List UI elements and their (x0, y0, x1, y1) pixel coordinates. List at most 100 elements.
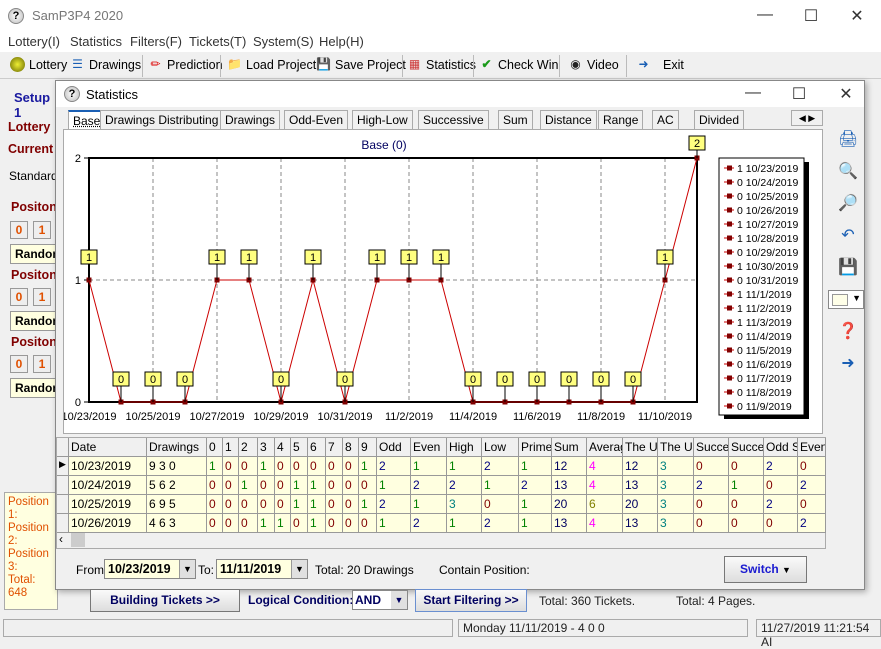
column-header[interactable]: The U (623, 438, 658, 457)
horizontal-scrollbar[interactable]: ‹ (57, 532, 825, 548)
dialog-close-button[interactable]: ✕ (831, 84, 861, 104)
tab-successive[interactable]: Successive (418, 110, 489, 129)
menu-filters[interactable]: Filters(F) (130, 34, 182, 49)
pos1-random-button[interactable]: Random (10, 244, 60, 264)
column-header[interactable]: 8 (343, 438, 359, 457)
tab-high-low[interactable]: High-Low (352, 110, 413, 129)
column-header[interactable]: Drawings (147, 438, 207, 457)
tab-scroll-buttons[interactable]: ◀ ▶ (791, 110, 823, 126)
pos3-digit-0-button[interactable]: 0 (10, 355, 28, 373)
load-project-button[interactable]: 📁 Load Project (227, 57, 316, 72)
column-header[interactable]: High (447, 438, 482, 457)
column-header[interactable]: Even (798, 438, 826, 457)
column-header[interactable]: 9 (359, 438, 377, 457)
column-header[interactable]: Averag (587, 438, 623, 457)
logical-condition-select[interactable]: AND ▼ (352, 590, 408, 610)
row-indicator[interactable] (57, 438, 69, 457)
column-header[interactable]: 4 (275, 438, 291, 457)
standard-tab[interactable]: Standard (9, 169, 58, 183)
column-header[interactable]: 5 (291, 438, 308, 457)
to-date-select[interactable]: 11/11/2019 ▼ (216, 559, 308, 579)
status-panel-empty (3, 619, 453, 637)
exit-button[interactable]: ➜ Exit (636, 57, 683, 72)
tab-divided[interactable]: Divided (694, 110, 745, 129)
switch-button[interactable]: Switch ▼ (724, 556, 807, 583)
dialog-minimize-button[interactable]: — (738, 84, 768, 102)
table-cell: 0 (239, 514, 258, 533)
tab-ac[interactable]: AC (652, 110, 679, 129)
tab-range[interactable]: Range (598, 110, 644, 129)
row-indicator[interactable] (57, 476, 69, 495)
exit-icon[interactable]: ➜ (838, 353, 858, 373)
save-project-button[interactable]: 💾 Save Project (316, 57, 406, 72)
dialog-maximize-button[interactable]: ☐ (784, 84, 814, 104)
column-header[interactable]: 1 (223, 438, 239, 457)
pos1-digit-0-button[interactable]: 0 (10, 221, 28, 239)
lottery-button[interactable]: Lottery (10, 57, 67, 72)
help-icon[interactable]: ❓ (838, 321, 858, 341)
pos1-digit-1-button[interactable]: 1 (33, 221, 51, 239)
contain-position-label: Contain Position: (439, 563, 530, 577)
menu-system[interactable]: System(S) (253, 34, 314, 49)
column-header[interactable]: 0 (207, 438, 223, 457)
save-icon[interactable]: 💾 (838, 257, 858, 277)
setup-tab[interactable]: Setup 1 (14, 90, 58, 120)
zoom-out-icon[interactable]: 🔎 (838, 193, 858, 213)
column-header[interactable]: Odd (377, 438, 411, 457)
column-header[interactable]: Succe (694, 438, 729, 457)
row-indicator[interactable] (57, 495, 69, 514)
table-cell: 0 (258, 476, 275, 495)
toolbar: Lottery ☰ Drawings ✏ Prediction 📁 Load Proj… (0, 53, 881, 79)
menu-tickets[interactable]: Tickets(T) (189, 34, 246, 49)
minimize-button[interactable]: — (750, 6, 780, 24)
column-header[interactable]: The U (658, 438, 694, 457)
column-header[interactable]: 6 (308, 438, 326, 457)
menu-lottery[interactable]: Lottery(I) (8, 34, 60, 49)
pos2-digit-0-button[interactable]: 0 (10, 288, 28, 306)
table-cell: 0 (729, 514, 764, 533)
column-header[interactable]: Odd S (764, 438, 798, 457)
legend-entry: 1 10/27/2019 (737, 219, 798, 231)
column-header[interactable]: Prime (519, 438, 552, 457)
color-picker[interactable]: ▼ (828, 290, 864, 309)
check-win-button[interactable]: ✔ Check Win (479, 57, 558, 72)
drawings-button[interactable]: ☰ Drawings (70, 57, 141, 72)
pos2-digit-1-button[interactable]: 1 (33, 288, 51, 306)
tab-drawings-distributing[interactable]: Drawings Distributing (100, 110, 224, 129)
column-header[interactable]: Sum (552, 438, 587, 457)
close-button[interactable]: ✕ (842, 6, 872, 26)
row-indicator[interactable]: ▶ (57, 457, 69, 476)
from-date-select[interactable]: 10/23/2019 ▼ (104, 559, 196, 579)
menu-help[interactable]: Help(H) (319, 34, 364, 49)
pos3-random-button[interactable]: Random (10, 378, 60, 398)
menu-statistics[interactable]: Statistics (70, 34, 122, 49)
legend-entry: 0 11/5/2019 (737, 345, 792, 357)
column-header[interactable]: Date (69, 438, 147, 457)
video-button[interactable]: ◉ Video (568, 57, 619, 72)
undo-icon[interactable]: ↶ (838, 225, 858, 245)
tab-distance[interactable]: Distance (540, 110, 597, 129)
prediction-button[interactable]: ✏ Prediction (148, 57, 222, 72)
row-indicator[interactable] (57, 514, 69, 533)
start-filtering-button[interactable]: Start Filtering >> (415, 589, 527, 612)
legend-entry: 0 11/7/2019 (737, 373, 792, 385)
column-header[interactable]: 2 (239, 438, 258, 457)
printer-icon[interactable]: 🖨 (838, 129, 858, 149)
data-label: 0 (278, 374, 284, 386)
column-header[interactable]: Succe (729, 438, 764, 457)
column-header[interactable]: 3 (258, 438, 275, 457)
column-header[interactable]: Low (482, 438, 519, 457)
pos3-digit-1-button[interactable]: 1 (33, 355, 51, 373)
data-label: 1 (406, 252, 412, 264)
tab-sum[interactable]: Sum (498, 110, 533, 129)
maximize-button[interactable]: ☐ (796, 6, 826, 26)
zoom-in-icon[interactable]: 🔍 (838, 161, 858, 181)
tab-drawings[interactable]: Drawings (220, 110, 281, 129)
tab-odd-even[interactable]: Odd-Even (284, 110, 349, 129)
column-header[interactable]: Even (411, 438, 447, 457)
column-header[interactable]: 7 (326, 438, 343, 457)
statistics-button[interactable]: ▦ Statistics (407, 57, 476, 72)
building-tickets-button[interactable]: Building Tickets >> (90, 589, 240, 612)
pos2-random-button[interactable]: Random (10, 311, 60, 331)
table-cell: 1 (377, 514, 411, 533)
